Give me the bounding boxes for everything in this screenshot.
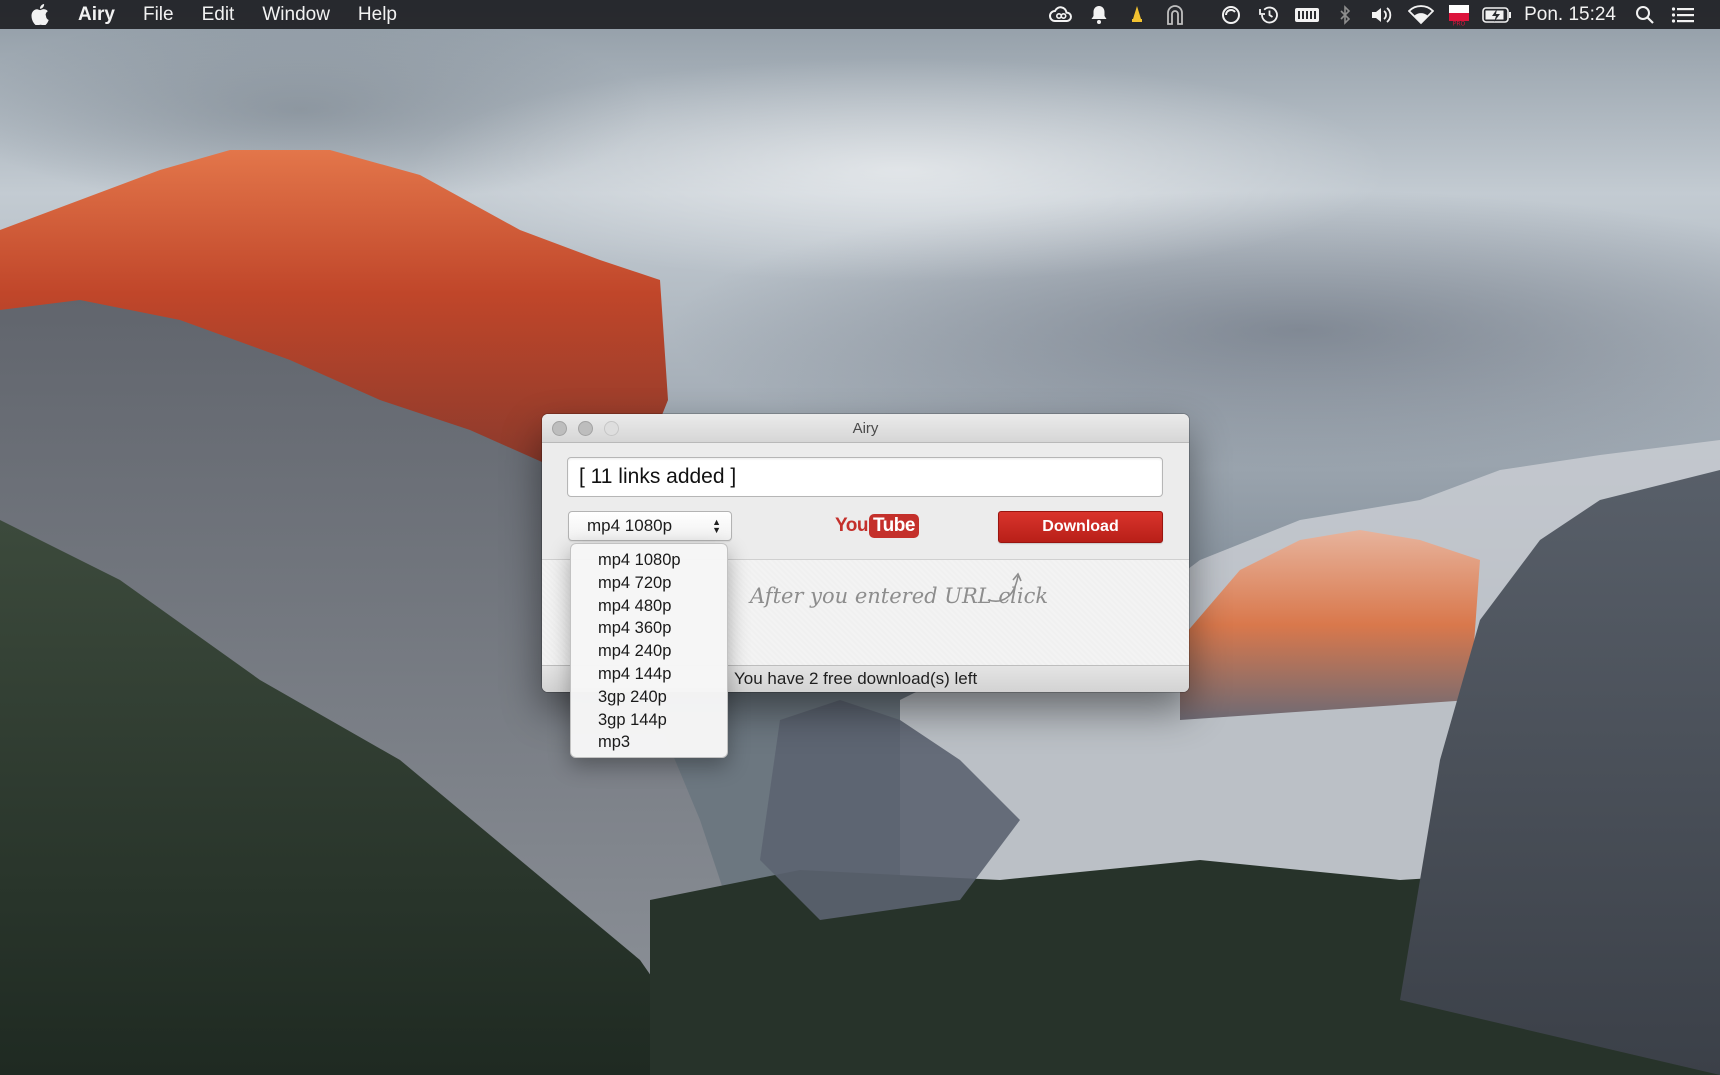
bluetooth-icon[interactable]: [1330, 4, 1360, 26]
menubar-clock[interactable]: Pon. 15:24: [1524, 4, 1616, 26]
menu-edit[interactable]: Edit: [188, 4, 249, 26]
format-dropdown-menu: mp4 1080p mp4 720p mp4 480p mp4 360p mp4…: [570, 543, 728, 758]
window-controls: [552, 421, 619, 436]
format-option-mp4-480p[interactable]: mp4 480p: [571, 595, 727, 618]
format-select[interactable]: mp4 1080p ▲ ▼: [568, 511, 732, 541]
format-option-mp3[interactable]: mp3: [571, 731, 727, 754]
time-machine-icon[interactable]: [1254, 4, 1284, 26]
menu-app-name[interactable]: Airy: [58, 4, 129, 26]
menu-bar: Airy File Edit Window Help PRO Pon. 15:2…: [0, 0, 1720, 29]
format-option-mp4-1080p[interactable]: mp4 1080p: [571, 549, 727, 572]
yellow-bell-icon[interactable]: [1122, 4, 1152, 26]
format-option-mp4-720p[interactable]: mp4 720p: [571, 572, 727, 595]
format-option-mp4-240p[interactable]: mp4 240p: [571, 640, 727, 663]
menu-help[interactable]: Help: [344, 4, 411, 26]
spotlight-search-icon[interactable]: [1630, 4, 1660, 26]
curved-arrow-icon: [987, 572, 1022, 602]
menu-file[interactable]: File: [129, 4, 188, 26]
memory-monitor-icon[interactable]: [1292, 4, 1322, 26]
wifi-icon[interactable]: [1406, 4, 1436, 26]
youtube-logo-tube: Tube: [868, 514, 919, 538]
format-option-3gp-144p[interactable]: 3gp 144p: [571, 709, 727, 732]
youtube-logo-you: You: [835, 515, 868, 536]
input-source-flag-icon[interactable]: PRO: [1444, 4, 1474, 26]
free-downloads-status: You have 2 free download(s) left: [734, 669, 978, 688]
arch-app-icon[interactable]: [1160, 4, 1190, 26]
notification-bell-icon[interactable]: [1084, 4, 1114, 26]
format-option-mp4-144p[interactable]: mp4 144p: [571, 663, 727, 686]
close-button[interactable]: [552, 421, 567, 436]
svg-text:PRO: PRO: [1453, 20, 1466, 26]
zoom-button[interactable]: [604, 421, 619, 436]
creative-cloud-icon[interactable]: [1046, 4, 1076, 26]
window-title: Airy: [852, 419, 879, 437]
minimize-button[interactable]: [578, 421, 593, 436]
apple-menu-icon[interactable]: [22, 4, 58, 25]
window-titlebar[interactable]: Airy: [542, 414, 1189, 443]
select-arrows-icon: ▲ ▼: [712, 517, 721, 535]
url-input[interactable]: [567, 457, 1163, 497]
volume-icon[interactable]: [1368, 4, 1398, 26]
youtube-logo: You Tube: [835, 514, 919, 538]
download-button[interactable]: Download: [998, 511, 1163, 543]
format-option-3gp-240p[interactable]: 3gp 240p: [571, 686, 727, 709]
battery-charging-icon[interactable]: [1482, 4, 1512, 26]
status-area: PRO Pon. 15:24: [1042, 0, 1720, 29]
sync-app-icon[interactable]: [1216, 4, 1246, 26]
notification-center-icon[interactable]: [1668, 4, 1698, 26]
format-select-value: mp4 1080p: [587, 516, 673, 535]
format-option-mp4-360p[interactable]: mp4 360p: [571, 617, 727, 640]
menu-window[interactable]: Window: [248, 4, 344, 26]
input-panel: mp4 1080p ▲▼ You Tube Download: [542, 443, 1189, 559]
